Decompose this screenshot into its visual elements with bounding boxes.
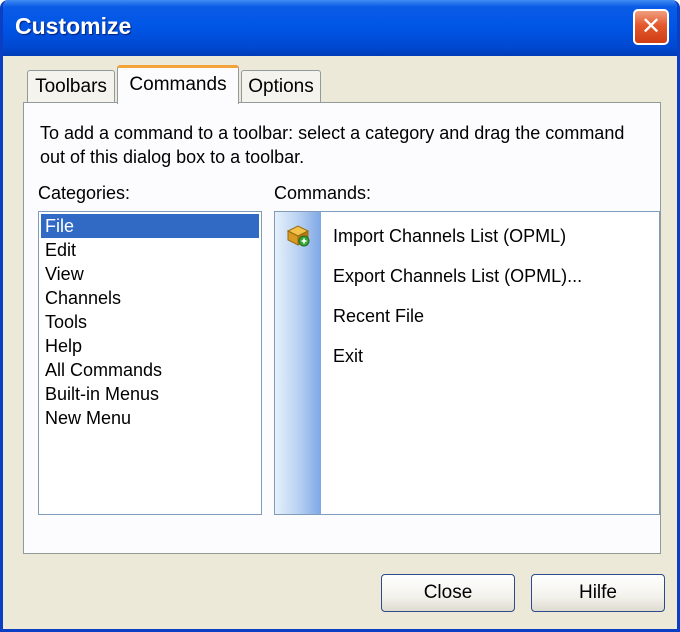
- category-item-built-in-menus[interactable]: Built-in Menus: [39, 382, 261, 406]
- tab-commands-label: Commands: [129, 74, 227, 95]
- commands-label: Commands:: [274, 183, 372, 203]
- customize-dialog: Customize ✕ Toolbars Commands Options To…: [0, 0, 680, 632]
- window-title: Customize: [15, 13, 132, 39]
- category-item-new-menu[interactable]: New Menu: [39, 406, 261, 430]
- close-icon: ✕: [640, 13, 662, 40]
- category-item-help[interactable]: Help: [39, 334, 261, 358]
- category-item-edit[interactable]: Edit: [39, 238, 261, 262]
- commands-listbox[interactable]: Import Channels List (OPML) Export Chann…: [274, 211, 660, 515]
- help-button[interactable]: Hilfe: [531, 574, 665, 612]
- command-recent-file[interactable]: Recent File: [333, 306, 424, 327]
- instructions-text: To add a command to a toolbar: select a …: [40, 123, 625, 167]
- category-item-view[interactable]: View: [39, 262, 261, 286]
- tab-toolbars[interactable]: Toolbars: [27, 70, 115, 102]
- category-item-all-commands[interactable]: All Commands: [39, 358, 261, 382]
- title-bar[interactable]: Customize ✕: [3, 0, 677, 56]
- category-item-channels[interactable]: Channels: [39, 286, 261, 310]
- command-exit[interactable]: Exit: [333, 346, 363, 367]
- tab-options[interactable]: Options: [241, 70, 321, 102]
- category-item-tools[interactable]: Tools: [39, 310, 261, 334]
- tab-options-label: Options: [248, 76, 314, 97]
- commands-tab-panel: To add a command to a toolbar: select a …: [23, 102, 661, 554]
- categories-label: Categories:: [38, 183, 131, 203]
- commands-icon-strip: [275, 212, 321, 514]
- close-window-button[interactable]: ✕: [633, 9, 669, 45]
- import-icon: [286, 225, 310, 247]
- command-import-channels[interactable]: Import Channels List (OPML): [333, 226, 566, 247]
- close-button[interactable]: Close: [381, 574, 515, 612]
- category-item-file[interactable]: File: [41, 214, 259, 238]
- command-export-channels[interactable]: Export Channels List (OPML)...: [333, 266, 582, 287]
- tab-toolbars-label: Toolbars: [35, 76, 107, 97]
- tab-commands[interactable]: Commands: [117, 65, 239, 104]
- categories-listbox[interactable]: File Edit View Channels Tools Help All C…: [38, 211, 262, 515]
